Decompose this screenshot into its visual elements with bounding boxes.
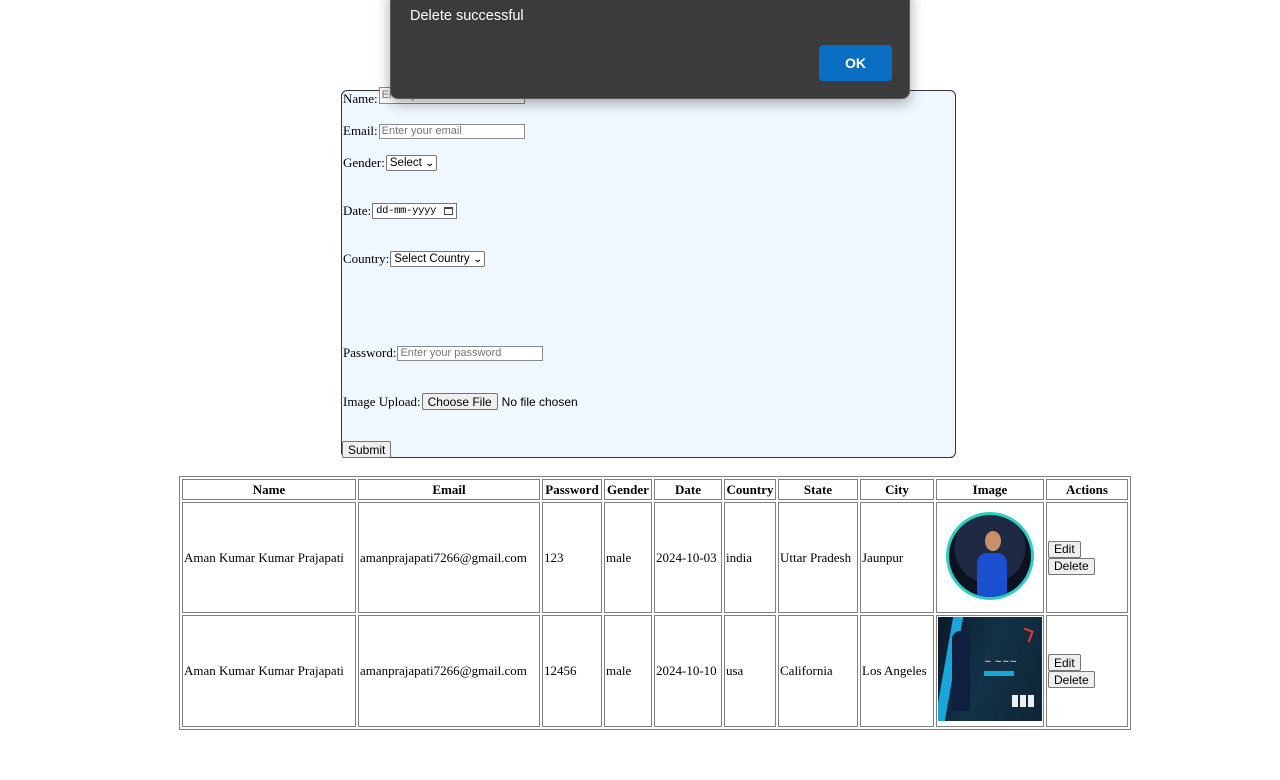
cell-state: Uttar Pradesh bbox=[778, 502, 858, 613]
cell-city: Jaunpur bbox=[860, 502, 934, 613]
alert-dialog: Delete successful OK bbox=[390, 0, 910, 99]
cell-password: 12456 bbox=[542, 615, 602, 727]
email-placeholder: Enter your email bbox=[381, 125, 462, 137]
cell-gender: male bbox=[604, 615, 652, 727]
gender-select[interactable]: Select ⌄ bbox=[385, 155, 438, 171]
banner-cards bbox=[1012, 695, 1036, 707]
edit-button[interactable]: Edit bbox=[1048, 540, 1081, 558]
banner-accent bbox=[1020, 627, 1034, 643]
users-table: Name Email Password Gender Date Country … bbox=[179, 476, 1131, 730]
column-header-actions: Actions bbox=[1046, 479, 1128, 500]
cell-country: usa bbox=[724, 615, 776, 727]
banner-signature: ~ ~~~ bbox=[984, 657, 1018, 667]
date-placeholder: dd-mm-yyyy bbox=[376, 205, 437, 217]
gender-selected: Select bbox=[389, 157, 422, 169]
password-input[interactable]: Enter your password bbox=[397, 345, 544, 361]
cell-email: amanprajapati7266@gmail.com bbox=[358, 615, 540, 727]
column-header-country: Country bbox=[724, 479, 776, 500]
chevron-down-icon: ⌄ bbox=[472, 253, 483, 264]
email-input[interactable]: Enter your email bbox=[378, 123, 525, 139]
cell-actions: EditDelete bbox=[1046, 615, 1128, 727]
delete-button[interactable]: Delete bbox=[1048, 671, 1095, 688]
column-header-date: Date bbox=[654, 479, 722, 500]
alert-message: Delete successful bbox=[410, 8, 524, 24]
column-header-city: City bbox=[860, 479, 934, 500]
email-row: Email: Enter your email bbox=[343, 123, 525, 139]
chevron-down-icon: ⌄ bbox=[424, 157, 435, 168]
profile-photo-image bbox=[946, 511, 1034, 600]
password-label: Password: bbox=[343, 345, 397, 360]
password-row: Password: Enter your password bbox=[343, 345, 544, 361]
cell-date: 2024-10-03 bbox=[654, 502, 722, 613]
cell-gender: male bbox=[604, 502, 652, 613]
image-upload-label: Image Upload: bbox=[343, 393, 421, 409]
calendar-icon[interactable] bbox=[444, 207, 454, 215]
date-input[interactable]: dd-mm-yyyy bbox=[372, 203, 458, 219]
country-label: Country: bbox=[343, 251, 390, 266]
image-upload-row: Image Upload: Choose File No file chosen bbox=[343, 393, 578, 410]
date-row: Date: dd-mm-yyyy bbox=[343, 203, 458, 219]
table-header-row: Name Email Password Gender Date Country … bbox=[182, 479, 1128, 500]
cell-name: Aman Kumar Kumar Prajapati bbox=[182, 502, 356, 613]
cell-country: india bbox=[724, 502, 776, 613]
edit-button[interactable]: Edit bbox=[1048, 654, 1081, 671]
photo-head bbox=[985, 530, 1001, 551]
cell-password: 123 bbox=[542, 502, 602, 613]
cell-image: ~ ~~~ bbox=[936, 615, 1044, 727]
choose-file-button[interactable]: Choose File bbox=[421, 393, 498, 410]
cell-state: California bbox=[778, 615, 858, 727]
cell-email: amanprajapati7266@gmail.com bbox=[358, 502, 540, 613]
photo-body bbox=[977, 552, 1007, 597]
country-select[interactable]: Select Country ⌄ bbox=[390, 251, 486, 267]
password-placeholder: Enter your password bbox=[400, 347, 502, 359]
cell-date: 2024-10-10 bbox=[654, 615, 722, 727]
gender-row: Gender: Select ⌄ bbox=[343, 155, 438, 171]
cell-city: Los Angeles bbox=[860, 615, 934, 727]
column-header-gender: Gender bbox=[604, 479, 652, 500]
column-header-name: Name bbox=[182, 479, 356, 500]
banner-photo-image: ~ ~~~ bbox=[938, 617, 1042, 721]
column-header-state: State bbox=[778, 479, 858, 500]
name-label: Name: bbox=[343, 91, 378, 106]
registration-form: Name: Enter your name Email: Enter your … bbox=[341, 86, 956, 458]
banner-person bbox=[952, 631, 970, 711]
country-row: Country: Select Country ⌄ bbox=[343, 251, 486, 267]
country-selected: Select Country bbox=[394, 253, 470, 265]
cell-actions: EditDelete bbox=[1046, 502, 1128, 613]
date-label: Date: bbox=[343, 203, 372, 218]
table-row: Aman Kumar Kumar Prajapati amanprajapati… bbox=[182, 615, 1128, 727]
gender-label: Gender: bbox=[343, 155, 385, 170]
file-status-text: No file chosen bbox=[501, 394, 578, 409]
cell-image bbox=[936, 502, 1044, 613]
email-label: Email: bbox=[343, 123, 378, 138]
banner-tag bbox=[984, 671, 1014, 676]
submit-row: Submit bbox=[342, 441, 392, 458]
delete-button[interactable]: Delete bbox=[1048, 557, 1095, 575]
table-row: Aman Kumar Kumar Prajapati amanprajapati… bbox=[182, 502, 1128, 613]
ok-button[interactable]: OK bbox=[819, 45, 892, 81]
submit-button[interactable]: Submit bbox=[342, 441, 392, 458]
column-header-image: Image bbox=[936, 479, 1044, 500]
cell-name: Aman Kumar Kumar Prajapati bbox=[182, 615, 356, 727]
column-header-email: Email bbox=[358, 479, 540, 500]
column-header-password: Password bbox=[542, 479, 602, 500]
